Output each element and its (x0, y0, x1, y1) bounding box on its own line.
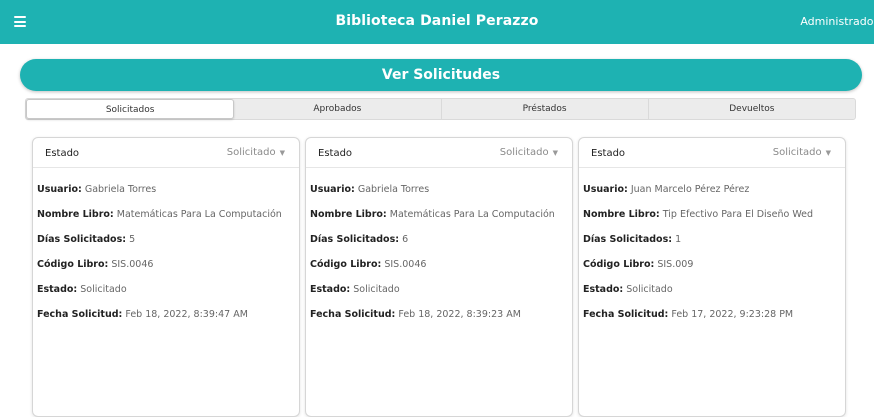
estado-select-value: Solicitado (226, 147, 276, 158)
top-app-bar: Biblioteca Daniel Perazzo Administrador (0, 0, 874, 44)
field-estado: Estado: Solicitado (583, 284, 673, 295)
field-dias: Días Solicitados: 6 (310, 234, 409, 245)
tab-devueltos[interactable]: Devueltos (649, 99, 855, 119)
estado-select-value: Solicitado (499, 147, 549, 158)
estado-select[interactable]: Solicitado ▼ (227, 147, 285, 158)
tab-aprobados[interactable]: Aprobados (234, 99, 442, 119)
card-header: Estado Solicitado ▼ (306, 138, 572, 168)
tab-solicitados[interactable]: Solicitados (26, 99, 235, 119)
chevron-down-icon: ▼ (279, 149, 285, 157)
field-codigo: Código Libro: SIS.0046 (310, 259, 427, 270)
estado-select[interactable]: Solicitado ▼ (773, 147, 831, 158)
request-card: Estado Solicitado ▼ Usuario: Gabriela Tor… (305, 137, 573, 417)
field-dias: Días Solicitados: 1 (583, 234, 682, 245)
field-usuario: Usuario: Gabriela Torres (310, 184, 430, 195)
user-menu[interactable]: Administrador (800, 15, 874, 28)
estado-select[interactable]: Solicitado ▼ (500, 147, 558, 158)
estado-title: Estado (318, 148, 353, 159)
chevron-down-icon: ▼ (552, 149, 558, 157)
request-card: Estado Solicitado ▼ Usuario: Juan Marcelo… (578, 137, 846, 417)
card-header: Estado Solicitado ▼ (33, 138, 299, 168)
field-estado: Estado: Solicitado (310, 284, 400, 295)
chevron-down-icon: ▼ (825, 149, 831, 157)
field-dias: Días Solicitados: 5 (37, 234, 136, 245)
tab-bar: Solicitados Aprobados Préstados Devuelto… (25, 98, 856, 120)
estado-title: Estado (591, 148, 626, 159)
request-card: Estado Solicitado ▼ Usuario: Gabriela Tor… (32, 137, 300, 417)
estado-select-value: Solicitado (772, 147, 822, 158)
field-libro: Nombre Libro: Matemáticas Para La Comput… (37, 209, 282, 220)
field-codigo: Código Libro: SIS.0046 (37, 259, 154, 270)
estado-title: Estado (45, 148, 80, 159)
field-fecha: Fecha Solicitud: Feb 17, 2022, 9:23:28 P… (583, 309, 794, 320)
field-fecha: Fecha Solicitud: Feb 18, 2022, 8:39:47 A… (37, 309, 248, 320)
field-libro: Nombre Libro: Matemáticas Para La Comput… (310, 209, 555, 220)
field-estado: Estado: Solicitado (37, 284, 127, 295)
tab-prestados[interactable]: Préstados (442, 99, 649, 119)
page-title-banner: Ver Solicitudes (20, 59, 862, 91)
field-codigo: Código Libro: SIS.009 (583, 259, 694, 270)
card-header: Estado Solicitado ▼ (579, 138, 845, 168)
field-usuario: Usuario: Juan Marcelo Pérez Pérez (583, 184, 750, 195)
field-fecha: Fecha Solicitud: Feb 18, 2022, 8:39:23 A… (310, 309, 521, 320)
field-libro: Nombre Libro: Tip Efectivo Para El Diseñ… (583, 209, 814, 220)
app-title: Biblioteca Daniel Perazzo (335, 13, 539, 29)
field-usuario: Usuario: Gabriela Torres (37, 184, 157, 195)
